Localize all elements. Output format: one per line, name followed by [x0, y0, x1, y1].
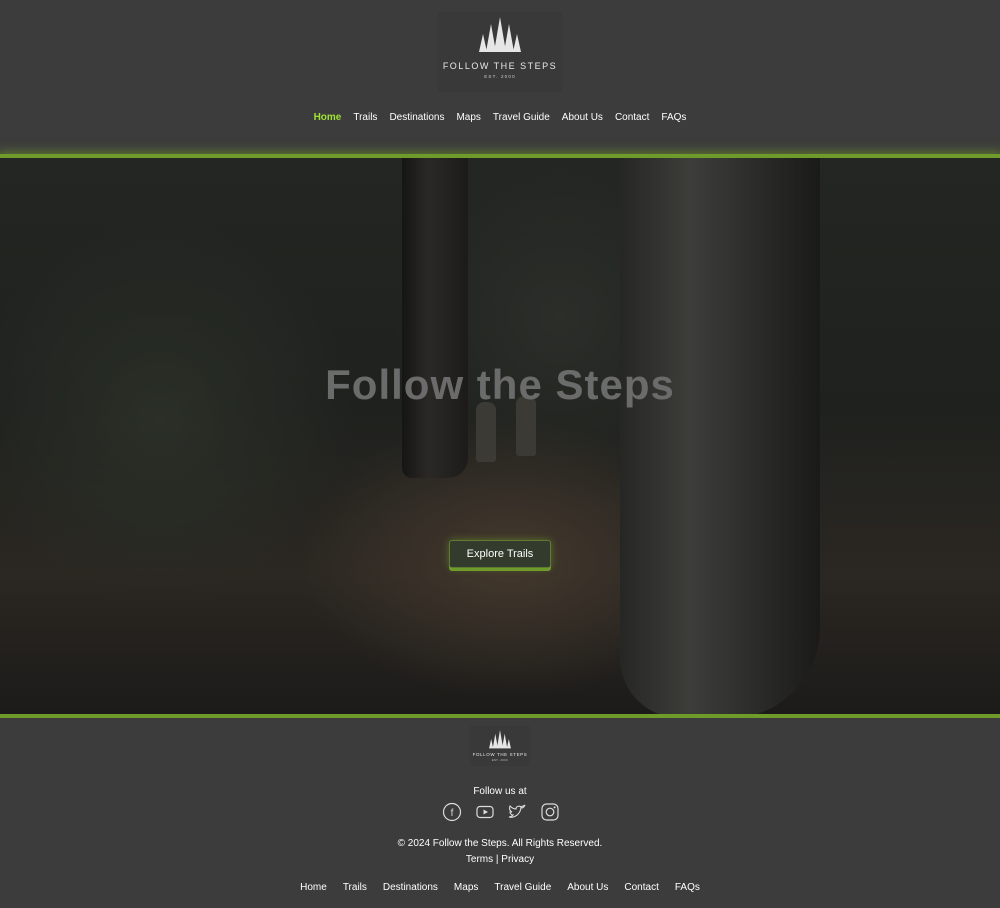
twitter-icon[interactable]: [507, 802, 527, 822]
site-logo[interactable]: FOLLOW THE STEPS EST. 2000: [438, 12, 562, 92]
brand-name: FOLLOW THE STEPS: [442, 61, 558, 71]
nav-faqs[interactable]: FAQs: [661, 112, 686, 123]
nav-maps[interactable]: Maps: [456, 112, 480, 123]
tree-trunk-left: [402, 158, 468, 478]
nav-travel-guide[interactable]: Travel Guide: [493, 112, 550, 123]
footer-logo[interactable]: FOLLOW THE STEPS EST. 2000: [470, 726, 530, 766]
footer-nav-about-us[interactable]: About Us: [567, 882, 608, 893]
footer-nav-destinations[interactable]: Destinations: [383, 882, 438, 893]
forest-background-image: [0, 158, 1000, 714]
footer-nav-faqs[interactable]: FAQs: [675, 882, 700, 893]
brand-established: EST. 2000: [484, 74, 516, 79]
legal-separator: |: [495, 854, 499, 865]
nav-destinations[interactable]: Destinations: [389, 112, 444, 123]
follow-us-label: Follow us at: [473, 786, 527, 797]
explore-trails-button[interactable]: Explore Trails: [449, 540, 551, 568]
copyright-text: © 2024 Follow the Steps. All Rights Rese…: [397, 838, 603, 849]
nav-about-us[interactable]: About Us: [562, 112, 603, 123]
privacy-link[interactable]: Privacy: [501, 854, 534, 865]
site-footer: FOLLOW THE STEPS EST. 2000 Follow us at …: [0, 718, 1000, 908]
hero-title: Follow the Steps: [325, 361, 675, 408]
facebook-icon[interactable]: f: [442, 802, 462, 822]
footer-nav-travel-guide[interactable]: Travel Guide: [494, 882, 551, 893]
tree-trunk-right: [620, 158, 820, 714]
main-nav: Home Trails Destinations Maps Travel Gui…: [0, 112, 1000, 123]
pine-trees-icon: [479, 17, 521, 52]
nav-trails[interactable]: Trails: [353, 112, 377, 123]
svg-text:f: f: [451, 808, 454, 819]
footer-nav-home[interactable]: Home: [300, 882, 327, 893]
hiker-figure: [476, 402, 496, 462]
footer-nav-trails[interactable]: Trails: [343, 882, 367, 893]
footer-nav-contact[interactable]: Contact: [624, 882, 658, 893]
terms-link[interactable]: Terms: [466, 854, 493, 865]
footer-nav-maps[interactable]: Maps: [454, 882, 478, 893]
footer-brand-established: EST. 2000: [491, 759, 509, 762]
nav-contact[interactable]: Contact: [615, 112, 649, 123]
footer-brand-name: FOLLOW THE STEPS: [472, 752, 528, 757]
social-links: f: [442, 802, 560, 824]
instagram-icon[interactable]: [540, 802, 560, 822]
pine-trees-icon: [489, 730, 511, 749]
footer-nav: Home Trails Destinations Maps Travel Gui…: [0, 882, 1000, 893]
nav-home[interactable]: Home: [314, 112, 342, 123]
youtube-icon[interactable]: [475, 802, 495, 822]
legal-links: Terms | Privacy: [0, 854, 1000, 865]
hero-banner: Follow the Steps Explore Trails: [0, 154, 1000, 718]
site-header: FOLLOW THE STEPS EST. 2000 Home Trails D…: [0, 0, 1000, 154]
